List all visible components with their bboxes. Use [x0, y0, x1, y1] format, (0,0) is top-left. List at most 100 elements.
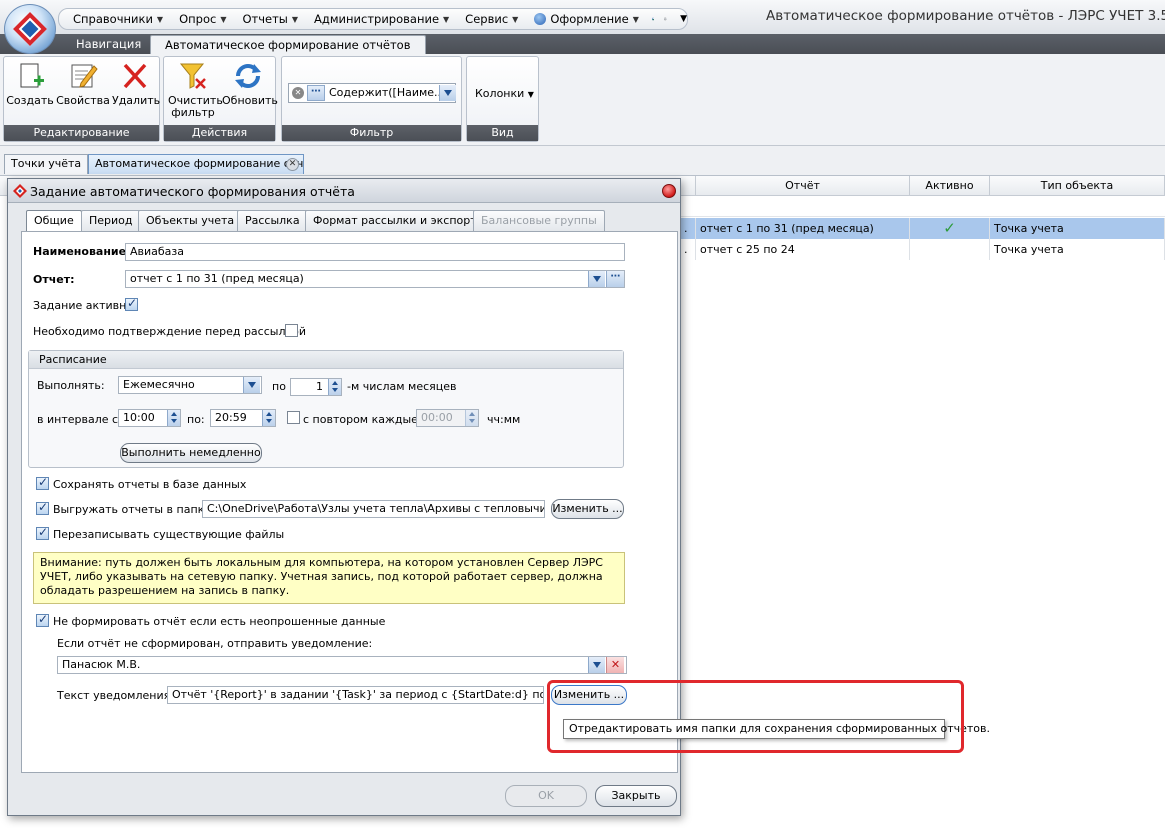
menu-poll[interactable]: Опрос ▼ — [171, 12, 234, 26]
ribbon-group-view: Колонки ▼ Вид — [466, 56, 539, 142]
clear-filter-button[interactable]: Очистить фильтр — [166, 61, 223, 119]
menu-appearance[interactable]: Оформление ▼ — [526, 12, 647, 26]
day-number-spinner[interactable]: 1 — [290, 378, 342, 396]
delete-button[interactable]: Удалить — [112, 61, 160, 107]
notify-recipient-select[interactable]: Панасюк М.В. ✕ — [57, 656, 627, 674]
ribbon-tab-auto-reports[interactable]: Автоматическое формирование отчётов — [150, 35, 426, 54]
doc-tab-metering-points[interactable]: Точки учёта — [4, 154, 89, 174]
by-label: по — [272, 380, 286, 393]
confirm-checkbox[interactable] — [285, 324, 298, 337]
interval-from-value: 10:00 — [123, 411, 155, 424]
schedule-header: Расписание — [29, 351, 623, 369]
report-dropdown-button[interactable] — [588, 271, 605, 287]
run-frequency-dropdown-button[interactable] — [243, 377, 260, 393]
new-document-icon — [20, 63, 44, 88]
menu-service[interactable]: Сервис ▼ — [457, 12, 526, 26]
repeat-label: с повтором каждые: — [303, 413, 422, 426]
report-select[interactable]: отчет с 1 по 31 (пред месяца) ⋯ — [125, 270, 625, 288]
export-folder-checkbox[interactable] — [36, 500, 49, 515]
clear-recipient-icon[interactable]: ✕ — [606, 657, 624, 673]
print-icon[interactable] — [664, 12, 667, 26]
interval-to-spin-buttons[interactable] — [262, 410, 275, 426]
clear-filter-x-icon[interactable]: ✕ — [292, 87, 304, 99]
ribbon-group-actions: Очистить фильтр Обновить Действия — [163, 56, 278, 142]
report-ellipsis-button[interactable]: ⋯ — [606, 271, 624, 287]
ribbon-group-view-label: Вид — [467, 125, 538, 141]
tab-format-export[interactable]: Формат рассылки и экспорта — [305, 210, 492, 231]
grid-header-object-type[interactable]: Тип объекта — [990, 176, 1165, 196]
export-folder-input[interactable]: C:\OneDrive\Работа\Узлы учета тепла\Архи… — [202, 500, 545, 518]
no-form-checkbox[interactable] — [36, 612, 49, 627]
repeat-interval-input[interactable]: 00:00 — [416, 409, 479, 427]
name-input[interactable]: Авиабаза — [125, 243, 625, 261]
interval-to-label: по: — [187, 413, 205, 426]
day-number-value: 1 — [316, 380, 323, 393]
ribbon-group-filter-label: Фильтр — [282, 125, 461, 141]
dialog-title: Задание автоматического формирования отч… — [30, 184, 355, 199]
tab-general[interactable]: Общие — [26, 210, 82, 232]
tab-period[interactable]: Период — [81, 210, 141, 231]
notify-label: Если отчёт не сформирован, отправить уве… — [57, 637, 373, 650]
ribbon-group-actions-label: Действия — [164, 125, 275, 141]
customize-qat-icon[interactable]: ▼ — [680, 14, 687, 24]
refresh-button[interactable]: Обновить — [222, 61, 278, 107]
save-db-label: Сохранять отчеты в базе данных — [53, 478, 247, 491]
notify-text-input[interactable]: Отчёт '{Report}' в задании '{Task}' за п… — [167, 686, 544, 704]
row-object-type: Точка учета — [990, 218, 1165, 239]
row-report: отчет с 1 по 31 (пред месяца) — [696, 218, 910, 239]
tab-metering-objects[interactable]: Объекты учета — [138, 210, 243, 231]
dialog-close-icon[interactable] — [662, 184, 676, 198]
tab-balance-groups: Балансовые группы — [473, 210, 605, 231]
ribbon-group-edit: Создать Свойства Удалить Редактирование — [3, 56, 160, 142]
report-label: Отчет: — [33, 273, 75, 286]
filter-ellipsis-button[interactable]: ⋯ — [307, 85, 325, 101]
notify-dropdown-button[interactable] — [588, 657, 605, 673]
table-row[interactable]: . отчет с 25 по 24 Точка учета — [680, 239, 1165, 260]
interval-from-input[interactable]: 10:00 — [118, 409, 181, 427]
overwrite-label: Перезаписывать существующие файлы — [53, 528, 285, 541]
interval-to-value: 20:59 — [215, 411, 247, 424]
grid-header-report[interactable]: Отчёт — [696, 176, 910, 196]
close-tab-icon[interactable]: ✕ — [286, 158, 299, 171]
close-button[interactable]: Закрыть — [595, 785, 677, 807]
repeat-interval-spin-buttons[interactable] — [465, 410, 478, 426]
ribbon-group-filter: ✕ ⋯ Содержит([Наиме... Фильтр — [281, 56, 462, 142]
export-folder-label: Выгружать отчеты в папку: — [53, 503, 215, 516]
create-button[interactable]: Создать — [6, 61, 54, 107]
app-logo-icon[interactable] — [4, 4, 56, 54]
properties-button[interactable]: Свойства — [56, 61, 110, 107]
menu-reports[interactable]: Отчеты ▼ — [234, 12, 306, 26]
ok-button[interactable]: OK — [505, 785, 587, 807]
ribbon-tab-navigation[interactable]: Навигация — [62, 35, 155, 54]
run-now-button[interactable]: Выполнить немедленно — [120, 443, 262, 463]
change-folder-button[interactable]: Изменить ... — [551, 499, 624, 519]
no-form-label: Не формировать отчёт если есть неопрошен… — [53, 615, 386, 628]
apple-icon — [534, 13, 547, 25]
overwrite-checkbox[interactable] — [36, 525, 49, 540]
row-active-check-icon: ✓ — [910, 218, 990, 239]
menu-directories[interactable]: Справочники ▼ — [65, 12, 171, 26]
row-object-type: Точка учета — [990, 239, 1165, 260]
columns-button[interactable]: Колонки ▼ — [475, 87, 534, 100]
schedule-title: Расписание — [39, 353, 107, 366]
document-tab-bar: Точки учёта Автоматическое формирование … — [0, 146, 1165, 176]
grid-header-active[interactable]: Активно — [910, 176, 990, 196]
interval-from-spin-buttons[interactable] — [167, 410, 180, 426]
grid-filter-row[interactable] — [680, 197, 1165, 217]
menu-administration[interactable]: Администрирование ▼ — [306, 12, 457, 26]
notify-recipient-value: Панасюк М.В. — [62, 658, 141, 671]
day-number-spin-buttons[interactable] — [328, 379, 341, 395]
dialog-title-bar[interactable]: Задание автоматического формирования отч… — [8, 179, 680, 203]
task-active-checkbox[interactable] — [125, 296, 138, 311]
save-db-checkbox[interactable] — [36, 475, 49, 490]
interval-to-input[interactable]: 20:59 — [210, 409, 276, 427]
filter-field[interactable]: ✕ ⋯ Содержит([Наиме... — [288, 83, 456, 103]
table-row[interactable]: . отчет с 1 по 31 (пред месяца) ✓ Точка … — [680, 218, 1165, 239]
run-frequency-select[interactable]: Ежемесячно — [118, 376, 262, 394]
save-icon[interactable] — [652, 12, 655, 26]
filter-dropdown-button[interactable] — [439, 85, 456, 101]
doc-tab-auto-reports[interactable]: Автоматическое формирование отчё ✕ — [88, 154, 304, 174]
repeat-checkbox[interactable] — [287, 411, 300, 424]
tab-mailing[interactable]: Рассылка — [237, 210, 308, 231]
task-active-label: Задание активно — [33, 299, 134, 312]
